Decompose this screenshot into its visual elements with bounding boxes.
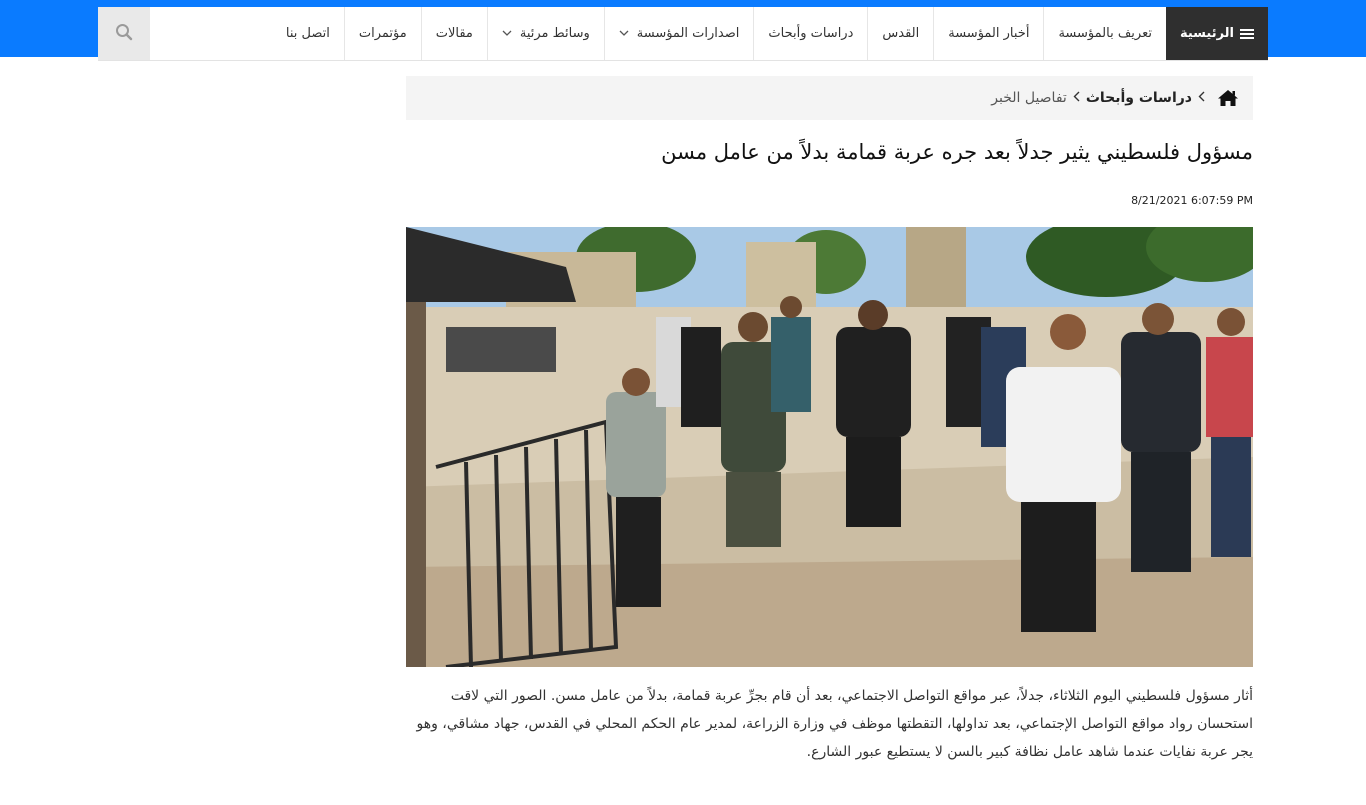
article-date: 8/21/2021 6:07:59 PM [1131,194,1253,207]
nav-item-label: القدس [882,26,920,41]
search-button[interactable] [98,7,150,60]
nav-item-label: اتصل بنا [285,26,330,41]
article-photo [406,227,1253,667]
breadcrumb-current: تفاصيل الخبر [991,90,1067,106]
chevron-down-icon [619,28,629,39]
nav-item-label: دراسات وأبحاث [768,26,854,41]
article-title: مسؤول فلسطيني يثير جدلاً بعد جره عربة قم… [661,140,1253,164]
nav-item-label: الرئيسية [1179,26,1234,41]
nav-item-articles[interactable]: مقالات [420,7,487,60]
search-icon [115,23,133,45]
nav-item-news[interactable]: أخبار المؤسسة [933,7,1043,60]
nav-item-contact[interactable]: اتصل بنا [272,7,344,60]
chevron-down-icon [502,28,512,39]
nav-item-label: اصدارات المؤسسة [636,26,740,41]
nav-item-studies[interactable]: دراسات وأبحاث [753,7,867,60]
breadcrumb-section-link[interactable]: دراسات وأبحاث [1086,90,1192,106]
nav-item-label: تعريف بالمؤسسة [1058,26,1152,41]
breadcrumb: دراسات وأبحاث تفاصيل الخبر [406,76,1253,120]
nav-item-label: وسائط مرئية [519,26,590,41]
nav-item-label: أخبار المؤسسة [948,26,1030,41]
chevron-left-icon [1073,91,1080,106]
chevron-left-icon [1198,91,1205,106]
home-icon[interactable] [1217,89,1239,107]
article-body: أثار مسؤول فلسطيني اليوم الثلاثاء، جدلاً… [416,688,1253,760]
nav-item-label: مقالات [435,26,473,41]
menu-icon [1240,27,1254,41]
nav-item-label: مؤتمرات [358,26,407,41]
nav-item-conferences[interactable]: مؤتمرات [343,7,421,60]
nav-item-about[interactable]: تعريف بالمؤسسة [1043,7,1166,60]
nav-item-media[interactable]: وسائط مرئية [486,7,604,60]
nav-item-jerusalem[interactable]: القدس [867,7,933,60]
nav-item-home[interactable]: الرئيسية [1165,7,1268,60]
main-navigation: الرئيسية تعريف بالمؤسسة أخبار المؤسسة ال… [98,7,1268,61]
nav-item-publications[interactable]: اصدارات المؤسسة [603,7,754,60]
